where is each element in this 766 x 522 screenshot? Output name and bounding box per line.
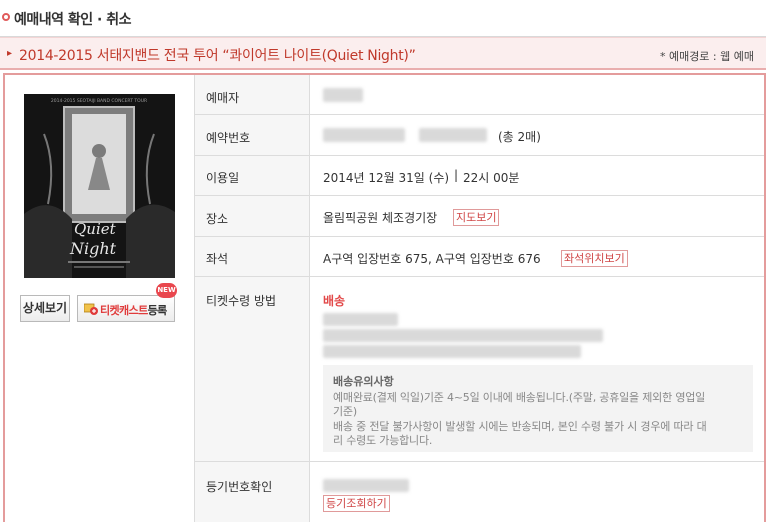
booking-number-redacted	[419, 128, 487, 142]
address-redacted	[323, 345, 581, 358]
seat-label: 좌석	[206, 252, 229, 266]
address-redacted	[323, 313, 398, 326]
delivery-notice-line: 예매완료(결제 익일)기준 4~5일 이내에 배송됩니다.(주말, 공휴일을 제…	[333, 391, 706, 404]
ticketcast-label: 티켓캐스트등록	[100, 304, 167, 317]
page-header: 예매내역 확인 · 취소	[0, 0, 766, 37]
event-poster: 2014-2015 SEOTAIJI BAND CONCERT TOUR Qui…	[24, 94, 175, 278]
delivery-notice-line: 기준)	[333, 405, 357, 418]
row-venue: 장소 올림픽공원 체조경기장 지도보기	[195, 196, 764, 237]
map-view-button[interactable]: 지도보기	[453, 209, 500, 226]
time-value: 22시 00분	[463, 171, 520, 185]
row-seat: 좌석 A구역 입장번호 675, A구역 입장번호 676 좌석위치보기	[195, 237, 764, 277]
registered-lookup-button[interactable]: 등기조회하기	[323, 495, 390, 512]
row-ticket-receive: 티켓수령 방법 배송 배송유의사항 예매완료(결제 익일)기준 4~5일 이내에…	[195, 277, 764, 462]
delivery-notice-title: 배송유의사항	[333, 375, 394, 388]
separator: |	[454, 168, 459, 182]
row-registered-mail: 등기번호확인 등기조회하기	[195, 462, 764, 522]
address-redacted	[323, 329, 603, 342]
poster-column: 2014-2015 SEOTAIJI BAND CONCERT TOUR Qui…	[5, 75, 195, 522]
booker-name-redacted	[323, 88, 363, 102]
event-title-bar: ▸ 2014-2015 서태지밴드 전국 투어 “콰이어트 나이트(Quiet …	[0, 37, 766, 70]
booking-count: (총 2매)	[498, 130, 541, 144]
booker-label: 예매자	[206, 91, 240, 105]
venue-value: 올림픽공원 체조경기장	[323, 211, 438, 225]
poster-image: 2014-2015 SEOTAIJI BAND CONCERT TOUR Qui…	[24, 94, 175, 278]
event-title: 2014-2015 서태지밴드 전국 투어 “콰이어트 나이트(Quiet Ni…	[19, 48, 416, 64]
row-booker: 예매자	[195, 75, 764, 115]
circle-bullet-icon	[2, 13, 10, 21]
date-value: 2014년 12월 31일 (수)	[323, 171, 450, 185]
folder-plus-icon	[84, 303, 98, 315]
detail-view-button[interactable]: 상세보기	[20, 295, 70, 322]
seat-value: A구역 입장번호 675, A구역 입장번호 676	[323, 252, 541, 266]
booking-detail-panel: 2014-2015 SEOTAIJI BAND CONCERT TOUR Qui…	[3, 73, 766, 522]
registered-number-redacted	[323, 479, 409, 492]
booking-number-redacted	[323, 128, 405, 142]
poster-logo-line1: Quiet	[74, 220, 117, 238]
row-booking-number: 예약번호 (총 2매)	[195, 115, 764, 156]
arrow-right-icon: ▸	[7, 48, 13, 59]
page-title: 예매내역 확인 · 취소	[14, 12, 131, 28]
venue-label: 장소	[206, 212, 229, 226]
row-date: 이용일 2014년 12월 31일 (수) | 22시 00분	[195, 156, 764, 196]
date-label: 이용일	[206, 171, 240, 185]
poster-logo-line2: Night	[69, 239, 117, 258]
poster-header-text: 2014-2015 SEOTAIJI BAND CONCERT TOUR	[51, 98, 147, 104]
booking-route: * 예매경로 : 웹 예매	[659, 50, 754, 63]
new-badge: NEW	[156, 283, 177, 298]
delivery-notice: 배송유의사항 예매완료(결제 익일)기준 4~5일 이내에 배송됩니다.(주말,…	[323, 365, 753, 452]
delivery-notice-line: 리 수령도 가능합니다.	[333, 434, 433, 447]
seat-location-button[interactable]: 좌석위치보기	[561, 250, 628, 267]
registered-number-label: 등기번호확인	[206, 480, 273, 494]
ticketcast-register-button[interactable]: 티켓캐스트등록	[77, 295, 175, 322]
receive-method-value: 배송	[323, 294, 346, 308]
receive-method-label: 티켓수령 방법	[206, 294, 277, 308]
booking-number-label: 예약번호	[206, 131, 251, 145]
